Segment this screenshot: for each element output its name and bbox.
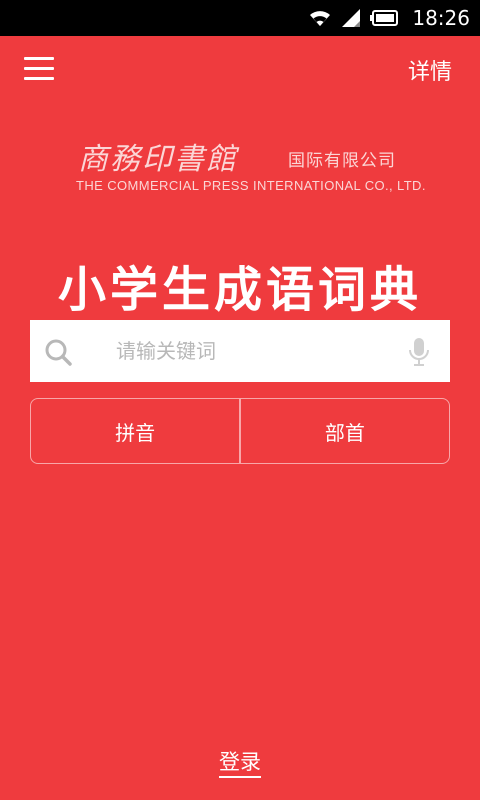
radical-button[interactable]: 部首 [241,399,449,463]
status-time: 18:26 [412,6,470,30]
microphone-icon[interactable] [408,337,430,367]
status-bar: 18:26 [0,0,480,36]
app-title: 小学生成语词典 [57,262,422,318]
signal-icon [342,9,361,27]
battery-icon [370,10,399,26]
search-box[interactable] [30,320,450,382]
search-icon [45,339,72,366]
login-button[interactable]: 登录 [219,750,261,778]
search-input[interactable] [116,320,426,382]
hamburger-menu-icon[interactable] [24,54,56,84]
publisher-name-cn: 国际有限公司 [288,151,396,171]
publisher-logo: 商務印書館 [78,142,238,177]
app-bar: 详情 [0,36,480,102]
search-mode-segments: 拼音 部首 [30,398,450,464]
login-area: 登录 [0,746,480,778]
status-icons: 18:26 [308,0,470,36]
publisher-name-en: THE COMMERCIAL PRESS INTERNATIONAL CO., … [76,178,426,193]
pinyin-button[interactable]: 拼音 [31,399,239,463]
detail-button[interactable]: 详情 [408,54,452,86]
wifi-icon [310,11,331,26]
